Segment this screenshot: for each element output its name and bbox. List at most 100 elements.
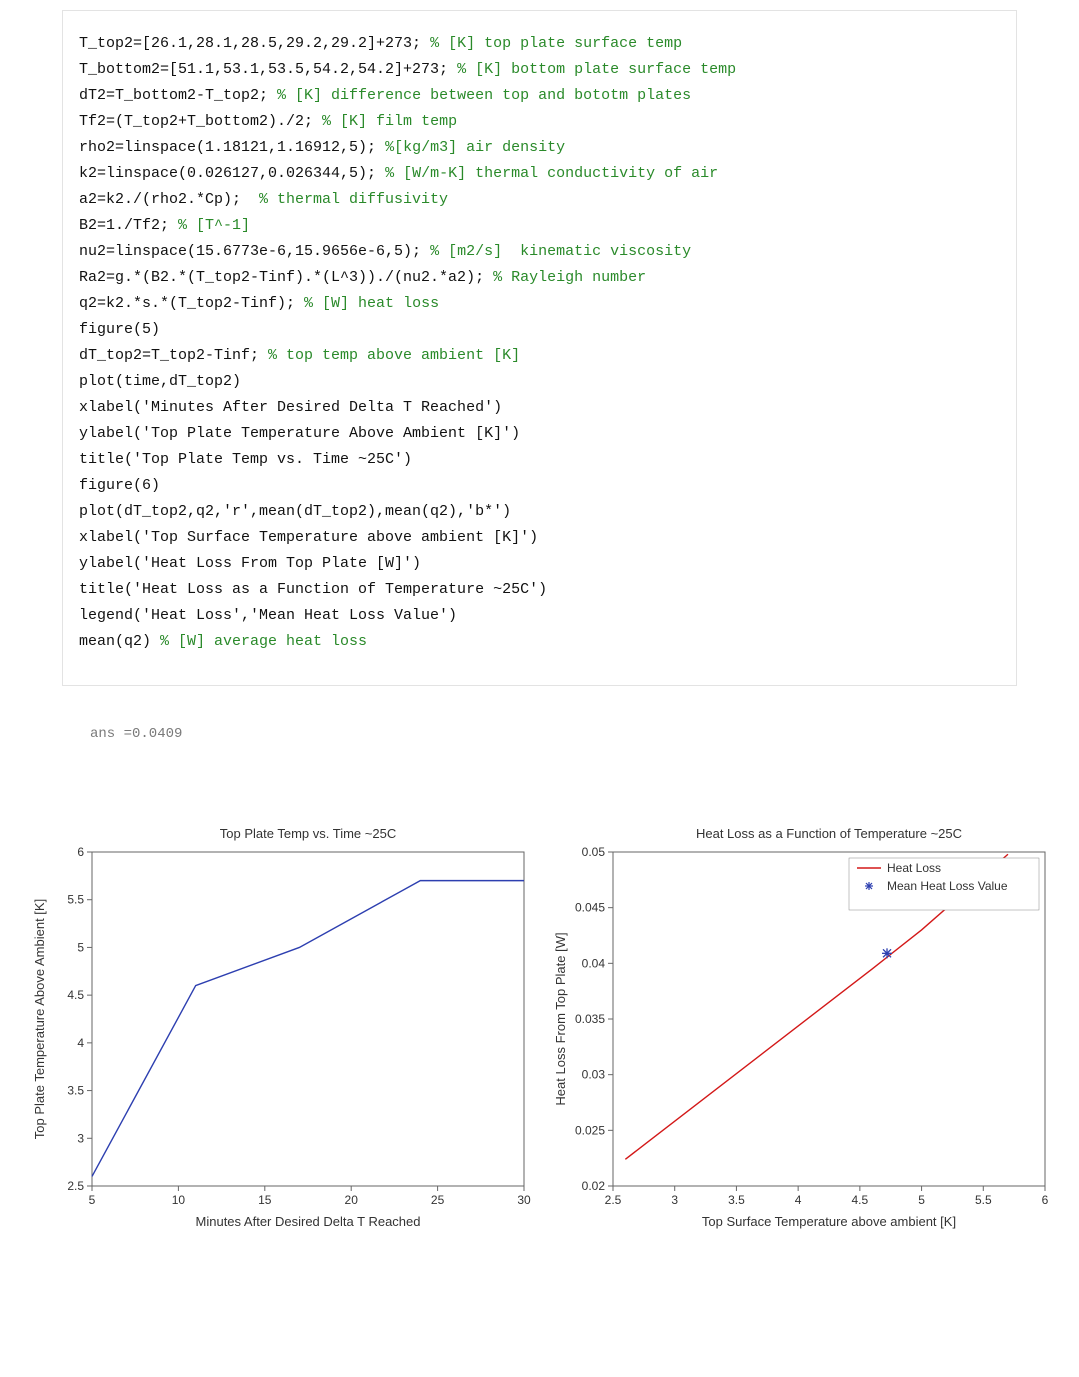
- code-comment: % [W] average heat loss: [160, 633, 367, 650]
- code-text: title('Heat Loss as a Function of Temper…: [79, 581, 547, 598]
- x-tick-label: 10: [172, 1193, 186, 1207]
- x-tick-label: 3: [671, 1193, 678, 1207]
- x-tick-label: 5.5: [975, 1193, 992, 1207]
- y-tick-label: 5.5: [67, 893, 84, 907]
- y-tick-label: 0.03: [582, 1068, 606, 1082]
- code-line: plot(time,dT_top2): [79, 369, 1000, 395]
- code-line: q2=k2.*s.*(T_top2-Tinf); % [W] heat loss: [79, 291, 1000, 317]
- code-text: Ra2=g.*(B2.*(T_top2-Tinf).*(L^3))./(nu2.…: [79, 269, 493, 286]
- plot-area: [92, 852, 524, 1186]
- y-axis-label: Heat Loss From Top Plate [W]: [553, 932, 568, 1105]
- code-text: a2=k2./(rho2.*Cp);: [79, 191, 259, 208]
- chart-left: 5 10 15 20 25 30 2.5 3 3.5 4 4.5 5 5.5 6 Top Plate Tem…: [28, 822, 538, 1237]
- code-line: Ra2=g.*(B2.*(T_top2-Tinf).*(L^3))./(nu2.…: [79, 265, 1000, 291]
- code-comment: % [K] difference between top and bototm …: [277, 87, 691, 104]
- code-comment: % [T^-1]: [178, 217, 250, 234]
- x-tick-label: 4: [795, 1193, 802, 1207]
- code-text: plot(dT_top2,q2,'r',mean(dT_top2),mean(q…: [79, 503, 511, 520]
- x-axis-label: Top Surface Temperature above ambient [K…: [702, 1214, 956, 1229]
- y-tick-label: 0.035: [575, 1012, 605, 1026]
- code-line: rho2=linspace(1.18121,1.16912,5); %[kg/m…: [79, 135, 1000, 161]
- command-output: ans =0.0409: [90, 726, 1079, 742]
- code-text: Tf2=(T_top2+T_bottom2)./2;: [79, 113, 322, 130]
- code-text: ylabel('Top Plate Temperature Above Ambi…: [79, 425, 520, 442]
- x-tick-label: 5: [918, 1193, 925, 1207]
- y-tick-label: 2.5: [67, 1179, 84, 1193]
- chart-right: 2.533.544.555.560.020.0250.030.0350.040.…: [549, 822, 1059, 1237]
- code-line: dT2=T_bottom2-T_top2; % [K] difference b…: [79, 83, 1000, 109]
- x-tick-label: 6: [1042, 1193, 1049, 1207]
- code-line: B2=1./Tf2; % [T^-1]: [79, 213, 1000, 239]
- y-tick-label: 4.5: [67, 988, 84, 1002]
- code-text: k2=linspace(0.026127,0.026344,5);: [79, 165, 385, 182]
- code-text: plot(time,dT_top2): [79, 373, 241, 390]
- code-text: ylabel('Heat Loss From Top Plate [W]'): [79, 555, 421, 572]
- y-tick-label: 5: [77, 940, 84, 954]
- code-comment: % thermal diffusivity: [259, 191, 448, 208]
- code-line: k2=linspace(0.026127,0.026344,5); % [W/m…: [79, 161, 1000, 187]
- code-line: legend('Heat Loss','Mean Heat Loss Value…: [79, 603, 1000, 629]
- legend-entry: Heat Loss: [887, 861, 941, 875]
- x-tick-label: 30: [517, 1193, 531, 1207]
- code-line: nu2=linspace(15.6773e-6,15.9656e-6,5); %…: [79, 239, 1000, 265]
- code-text: dT_top2=T_top2-Tinf;: [79, 347, 268, 364]
- y-tick-label: 0.04: [582, 956, 606, 970]
- code-comment: % [W] heat loss: [304, 295, 439, 312]
- code-line: plot(dT_top2,q2,'r',mean(dT_top2),mean(q…: [79, 499, 1000, 525]
- code-comment: %[kg/m3] air density: [385, 139, 565, 156]
- chart-title: Heat Loss as a Function of Temperature ~…: [696, 826, 962, 841]
- code-line: ylabel('Heat Loss From Top Plate [W]'): [79, 551, 1000, 577]
- chart-title: Top Plate Temp vs. Time ~25C: [220, 826, 396, 841]
- y-tick-label: 0.02: [582, 1179, 606, 1193]
- legend-entry: Mean Heat Loss Value: [887, 879, 1008, 893]
- code-text: xlabel('Minutes After Desired Delta T Re…: [79, 399, 502, 416]
- x-tick-label: 2.5: [605, 1193, 622, 1207]
- code-text: legend('Heat Loss','Mean Heat Loss Value…: [79, 607, 457, 624]
- code-comment: % [K] film temp: [322, 113, 457, 130]
- code-text: xlabel('Top Surface Temperature above am…: [79, 529, 538, 546]
- code-line: xlabel('Minutes After Desired Delta T Re…: [79, 395, 1000, 421]
- code-text: figure(5): [79, 321, 160, 338]
- y-tick-label: 3.5: [67, 1084, 84, 1098]
- x-tick-label: 20: [345, 1193, 359, 1207]
- code-comment: % top temp above ambient [K]: [268, 347, 520, 364]
- y-tick-label: 3: [77, 1131, 84, 1145]
- code-line: mean(q2) % [W] average heat loss: [79, 629, 1000, 655]
- code-text: mean(q2): [79, 633, 160, 650]
- code-line: figure(6): [79, 473, 1000, 499]
- x-tick-label: 4.5: [852, 1193, 869, 1207]
- code-line: ylabel('Top Plate Temperature Above Ambi…: [79, 421, 1000, 447]
- code-comment: % [K] bottom plate surface temp: [457, 61, 736, 78]
- code-text: T_bottom2=[51.1,53.1,53.5,54.2,54.2]+273…: [79, 61, 457, 78]
- code-text: nu2=linspace(15.6773e-6,15.9656e-6,5);: [79, 243, 430, 260]
- code-text: title('Top Plate Temp vs. Time ~25C'): [79, 451, 412, 468]
- code-line: title('Top Plate Temp vs. Time ~25C'): [79, 447, 1000, 473]
- x-tick-label: 5: [89, 1193, 96, 1207]
- code-comment: % Rayleigh number: [493, 269, 646, 286]
- y-axis-label: Top Plate Temperature Above Ambient [K]: [32, 899, 47, 1139]
- code-text: rho2=linspace(1.18121,1.16912,5);: [79, 139, 385, 156]
- code-comment: % [K] top plate surface temp: [430, 35, 682, 52]
- code-line: xlabel('Top Surface Temperature above am…: [79, 525, 1000, 551]
- code-line: title('Heat Loss as a Function of Temper…: [79, 577, 1000, 603]
- y-tick-label: 0.045: [575, 901, 605, 915]
- y-tick-label: 0.05: [582, 845, 606, 859]
- code-text: figure(6): [79, 477, 160, 494]
- x-tick-label: 25: [431, 1193, 445, 1207]
- x-tick-label: 15: [258, 1193, 272, 1207]
- y-tick-label: 6: [77, 845, 84, 859]
- code-line: Tf2=(T_top2+T_bottom2)./2; % [K] film te…: [79, 109, 1000, 135]
- code-line: T_bottom2=[51.1,53.1,53.5,54.2,54.2]+273…: [79, 57, 1000, 83]
- series-marker: [882, 948, 892, 958]
- code-line: a2=k2./(rho2.*Cp); % thermal diffusivity: [79, 187, 1000, 213]
- code-comment: % [m2/s] kinematic viscosity: [430, 243, 691, 260]
- code-comment: % [W/m-K] thermal conductivity of air: [385, 165, 718, 182]
- code-text: T_top2=[26.1,28.1,28.5,29.2,29.2]+273;: [79, 35, 430, 52]
- code-text: B2=1./Tf2;: [79, 217, 178, 234]
- x-axis-label: Minutes After Desired Delta T Reached: [196, 1214, 421, 1229]
- y-tick-label: 4: [77, 1036, 84, 1050]
- y-tick-label: 0.025: [575, 1123, 605, 1137]
- code-text: dT2=T_bottom2-T_top2;: [79, 87, 277, 104]
- code-line: T_top2=[26.1,28.1,28.5,29.2,29.2]+273; %…: [79, 31, 1000, 57]
- code-line: dT_top2=T_top2-Tinf; % top temp above am…: [79, 343, 1000, 369]
